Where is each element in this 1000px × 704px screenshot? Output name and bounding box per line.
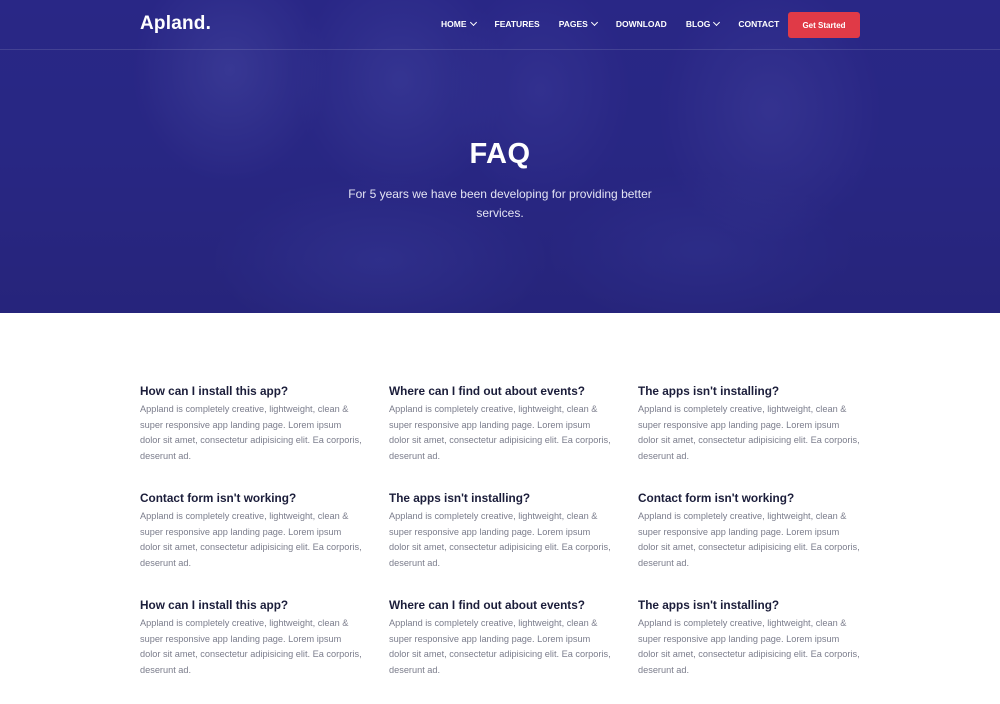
faq-answer: Appland is completely creative, lightwei… (389, 618, 611, 675)
faq-question: How can I install this app? (140, 384, 289, 398)
nav-item-label: DOWNLOAD (615, 19, 667, 29)
faq-item: Where can I find out about events? Appla… (389, 597, 638, 704)
nav-item-pages[interactable]: PAGES (558, 18, 598, 29)
nav-item-features[interactable]: FEATURES (495, 19, 540, 29)
chevron-down-icon (713, 18, 721, 27)
chevron-down-icon (469, 18, 477, 27)
faq-question: Contact form isn't working? (638, 491, 795, 505)
faq-question: Where can I find out about events? (389, 384, 585, 398)
faq-answer: Appland is completely creative, lightwei… (140, 511, 362, 568)
faq-question: How can I install this app? (140, 598, 289, 612)
logo[interactable]: Apland. (140, 13, 211, 35)
faq-answer: Appland is completely creative, lightwei… (638, 404, 860, 461)
nav-item-label: FEATURES (494, 19, 540, 29)
faq-grid: How can I install this app? Appland is c… (140, 383, 862, 704)
faq-answer: Appland is completely creative, lightwei… (389, 404, 611, 461)
faq-item: How can I install this app? Appland is c… (140, 597, 389, 704)
faq-item: Where can I find out about events? Appla… (389, 383, 638, 490)
nav-item-download[interactable]: DOWNLOAD (616, 19, 667, 29)
faq-question: Where can I find out about events? (389, 598, 585, 612)
faq-answer: Appland is completely creative, lightwei… (140, 618, 362, 675)
faq-answer: Appland is completely creative, lightwei… (389, 511, 611, 568)
faq-item: How can I install this app? Appland is c… (140, 383, 389, 490)
faq-item: Contact form isn't working? Appland is c… (638, 490, 862, 597)
faq-question: The apps isn't installing? (638, 384, 780, 398)
nav-item-label: CONTACT (738, 19, 780, 29)
faq-question: The apps isn't installing? (638, 598, 780, 612)
nav-item-home[interactable]: HOME (441, 18, 477, 29)
faq-question: Contact form isn't working? (140, 491, 297, 505)
faq-question: The apps isn't installing? (389, 491, 531, 505)
nav-menu: HOME FEATURES PAGES DOWNLOAD BLOG CONTAC… (441, 18, 798, 29)
faq-item: The apps isn't installing? Appland is co… (638, 383, 862, 490)
navbar: Apland. HOME FEATURES PAGES DOWNLOAD BLO… (0, 0, 1000, 50)
faq-answer: Appland is completely creative, lightwei… (638, 511, 860, 568)
page-subtitle: For 5 years we have been developing for … (348, 187, 652, 220)
nav-item-blog[interactable]: BLOG (685, 18, 721, 29)
nav-item-contact[interactable]: CONTACT (738, 19, 779, 29)
get-started-button[interactable]: Get Started (788, 12, 860, 38)
nav-item-label: BLOG (685, 19, 711, 29)
faq-answer: Appland is completely creative, lightwei… (638, 618, 860, 675)
nav-item-label: PAGES (558, 19, 588, 29)
page-title: FAQ (469, 138, 531, 170)
faq-item: Contact form isn't working? Appland is c… (140, 490, 389, 597)
chevron-down-icon (590, 18, 598, 27)
faq-answer: Appland is completely creative, lightwei… (140, 404, 362, 461)
nav-item-label: HOME (441, 19, 467, 29)
faq-item: The apps isn't installing? Appland is co… (638, 597, 862, 704)
faq-item: The apps isn't installing? Appland is co… (389, 490, 638, 597)
hero-section: Apland. HOME FEATURES PAGES DOWNLOAD BLO… (0, 0, 1000, 313)
